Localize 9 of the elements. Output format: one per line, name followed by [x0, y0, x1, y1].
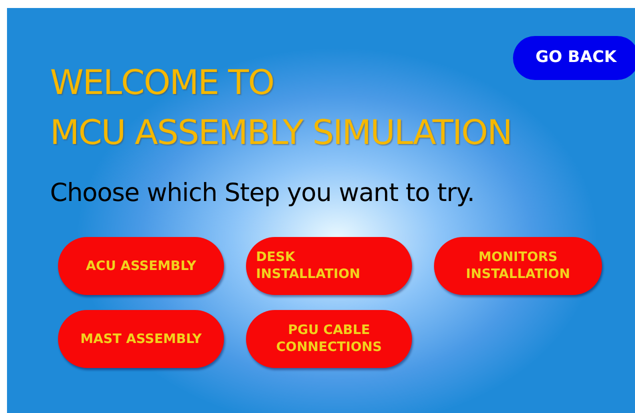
step-button[interactable]: DESK INSTALLATION: [246, 237, 412, 295]
title-text: WELCOME TO: [50, 62, 275, 105]
prompt-text: Choose which Step you want to try.: [50, 178, 476, 207]
go-back-button[interactable]: GO BACK: [513, 36, 635, 80]
step-button[interactable]: ACU ASSEMBLY: [58, 237, 224, 295]
step-button[interactable]: PGU CABLE CONNECTIONS: [246, 310, 412, 368]
step-button[interactable]: MAST ASSEMBLY: [58, 310, 224, 368]
title-text: MCU ASSEMBLY SIMULATION: [50, 112, 512, 155]
step-button[interactable]: MONITORS INSTALLATION: [434, 237, 602, 295]
